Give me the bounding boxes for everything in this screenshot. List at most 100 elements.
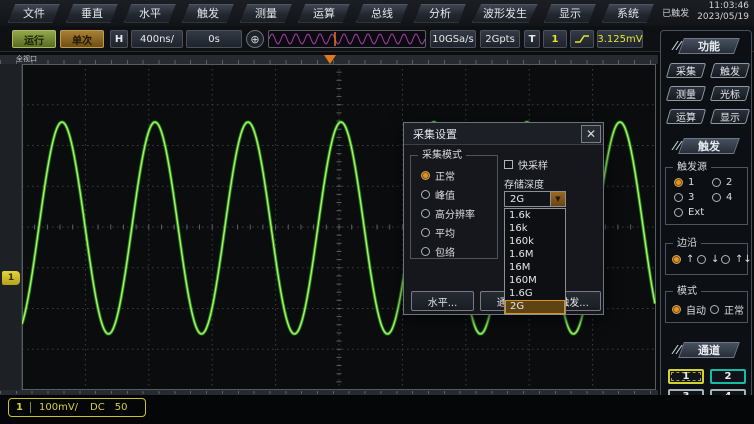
trigger-edge-icon[interactable] <box>570 30 594 48</box>
trigger-source-2[interactable]: 2 <box>712 177 732 188</box>
acquire-mode-group: 采集模式 正常 峰值 高分辨率 平均 包络 <box>410 155 498 259</box>
channel1-level-marker[interactable]: 1 <box>2 271 20 285</box>
sidebar-trigger-button[interactable]: 触发 <box>710 63 750 78</box>
menu-horizontal[interactable]: 水平 <box>124 4 176 23</box>
mode-envelope-option[interactable]: 包络 <box>421 244 455 259</box>
mode-average-option[interactable]: 平均 <box>421 225 455 240</box>
horizontal-shortcut-button[interactable]: 水平... <box>411 291 474 311</box>
trigger-source-3[interactable]: 3 <box>674 192 694 203</box>
menu-bus[interactable]: 总线 <box>356 4 408 23</box>
depth-option[interactable]: 1.6M <box>505 248 565 261</box>
acquisition-settings-dialog: 采集设置 ✕ 采集模式 正常 峰值 高分辨率 平均 包络 快采样 存储深度 <box>403 122 604 315</box>
trigger-level-value[interactable]: 3.125mV <box>597 30 643 48</box>
run-button[interactable]: 运行 <box>12 30 56 48</box>
channel1-status-box[interactable]: 1 100mV/ DC 50 <box>8 398 146 417</box>
sidebar-measure-button[interactable]: 测量 <box>666 86 706 101</box>
close-icon[interactable]: ✕ <box>581 125 601 143</box>
memory-depth-select[interactable]: 2G ▼ <box>504 191 566 207</box>
radio-icon <box>697 255 706 264</box>
depth-option[interactable]: 16M <box>505 261 565 274</box>
channel-coupling: DC <box>90 402 105 413</box>
timebase-value[interactable]: 400ns/ <box>131 30 183 48</box>
channel-number: 1 <box>9 402 31 413</box>
radio-icon <box>421 247 430 256</box>
channel-impedance: 50 <box>115 402 128 413</box>
time-label: 11:03:46 <box>709 1 749 12</box>
mode-group: 模式 自动 正常 <box>665 291 748 323</box>
menu-trigger[interactable]: 触发 <box>182 4 234 23</box>
sidebar-math-button[interactable]: 运算 <box>666 109 706 124</box>
trigger-source-1[interactable]: 1 <box>674 177 694 188</box>
left-gutter: 1 <box>0 64 22 390</box>
bottom-status-bar: 1 100mV/ DC 50 <box>0 395 754 424</box>
dropdown-arrow-icon: ▼ <box>550 192 565 206</box>
radio-icon <box>672 305 681 314</box>
channel-2-button[interactable]: 2 <box>710 369 746 384</box>
menu-measure[interactable]: 测量 <box>240 4 292 23</box>
function-header: 功能 <box>678 38 740 54</box>
trigger-source-ext[interactable]: Ext <box>674 207 704 218</box>
menu-wavegen[interactable]: 波形发生 <box>472 4 538 23</box>
date-label: 2023/05/19 <box>697 12 749 23</box>
trigger-source-label: 触发源 <box>673 161 711 174</box>
menu-system[interactable]: 系统 <box>602 4 654 23</box>
sidebar-display-button[interactable]: 显示 <box>710 109 750 124</box>
mode-auto-option[interactable]: 自动 <box>672 302 706 317</box>
edge-falling-option[interactable]: ↓ <box>697 254 719 265</box>
single-button[interactable]: 单次 <box>60 30 104 48</box>
sidebar: // 功能 采集 触发 测量 光标 运算 显示 // 触发 触发源 1 2 3 … <box>660 30 752 417</box>
horizontal-button[interactable]: H <box>110 30 128 48</box>
checkbox-icon <box>504 160 513 169</box>
fast-sample-checkbox[interactable]: 快采样 <box>504 157 548 172</box>
trigger-source-4[interactable]: 4 <box>712 192 732 203</box>
radio-icon <box>421 190 430 199</box>
viewport-label: 全视口 <box>16 55 37 64</box>
trigger-button[interactable]: T <box>524 30 540 48</box>
depth-option[interactable]: 160k <box>505 235 565 248</box>
sidebar-acquire-button[interactable]: 采集 <box>666 63 706 78</box>
menu-math[interactable]: 运算 <box>298 4 350 23</box>
trigger-position-marker-icon[interactable] <box>324 55 336 64</box>
menu-analysis[interactable]: 分析 <box>414 4 466 23</box>
radio-icon <box>421 171 430 180</box>
status-clock: 已触发 11:03:46 2023/05/19 <box>662 1 749 23</box>
mode-hires-option[interactable]: 高分辨率 <box>421 206 475 221</box>
sample-rate-value: 10GSa/s <box>430 30 476 48</box>
edge-both-option[interactable]: ↑↓ <box>721 254 752 265</box>
depth-option[interactable]: 16k <box>505 222 565 235</box>
memory-depth-value: 2Gpts <box>480 30 520 48</box>
zoom-plus-icon[interactable]: ⊕ <box>246 30 264 48</box>
radio-icon <box>421 209 430 218</box>
rising-edge-icon <box>574 34 590 44</box>
radio-icon <box>674 178 683 187</box>
mode-peak-option[interactable]: 峰值 <box>421 187 455 202</box>
depth-option[interactable]: 1.6k <box>505 209 565 222</box>
menu-display[interactable]: 显示 <box>544 4 596 23</box>
mode-label: 模式 <box>673 285 701 298</box>
trigger-source-value[interactable]: 1 <box>543 30 567 48</box>
depth-option-selected[interactable]: 2G <box>505 300 565 314</box>
radio-icon <box>421 228 430 237</box>
edge-group: 边沿 ↑ ↓ ↑↓ <box>665 243 748 275</box>
memory-depth-label: 存储深度 <box>504 176 544 191</box>
toolbar: 运行 单次 H 400ns/ 0s ⊕ 10GSa/s 2Gpts T 1 3.… <box>0 26 754 52</box>
horizontal-offset-value[interactable]: 0s <box>186 30 242 48</box>
depth-option[interactable]: 1.6G <box>505 287 565 300</box>
mode-normal-option[interactable]: 正常 <box>421 168 455 183</box>
dialog-title: 采集设置 <box>404 123 603 145</box>
radio-icon <box>712 193 721 202</box>
menu-file[interactable]: 文件 <box>8 4 60 23</box>
radio-icon <box>674 208 683 217</box>
edge-rising-option[interactable]: ↑ <box>672 254 694 265</box>
trigger-source-group: 触发源 1 2 3 4 Ext <box>665 167 748 225</box>
waveform-preview[interactable] <box>268 30 426 48</box>
mode-normal-trigger-option[interactable]: 正常 <box>710 302 744 317</box>
radio-icon <box>674 193 683 202</box>
depth-option[interactable]: 160M <box>505 274 565 287</box>
sidebar-cursor-button[interactable]: 光标 <box>710 86 750 101</box>
radio-icon <box>721 255 730 264</box>
preview-wave-icon <box>269 31 425 47</box>
channel-scale: 100mV/ <box>39 402 78 413</box>
menu-vertical[interactable]: 垂直 <box>66 4 118 23</box>
channel-1-button[interactable]: 1 <box>668 369 704 384</box>
